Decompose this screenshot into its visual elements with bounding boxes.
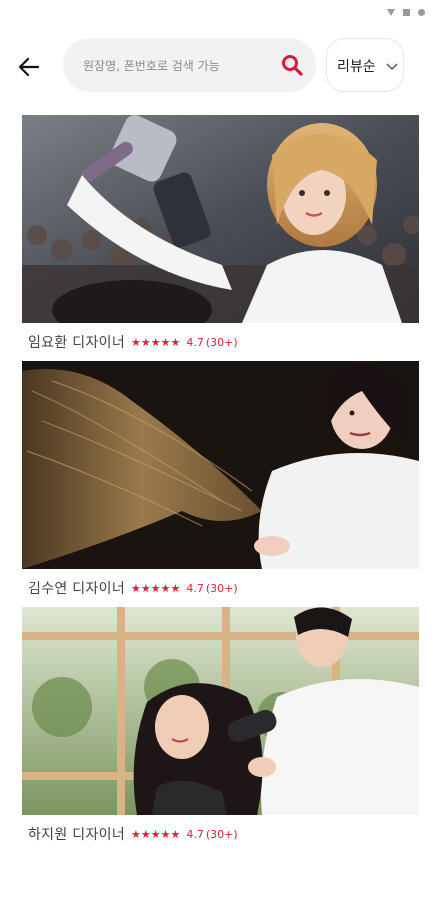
rating-value: 4.7 [186,827,204,841]
sort-label: 리뷰순 [337,59,376,75]
status-bar [0,0,439,30]
designer-name: 임요환 디자이너 [28,335,126,351]
designer-photo [22,607,419,815]
search-icon [282,55,303,76]
rating-stars: ★★★★★ [131,581,181,595]
review-count: (30+) [205,581,238,595]
battery-icon [403,9,410,16]
designer-card[interactable]: 김수연 디자이너 ★★★★★ 4.7 (30+) [22,361,419,604]
rating-stars: ★★★★★ [131,827,181,841]
header: 리뷰순 [0,36,439,96]
review-count: (30+) [205,335,238,349]
designer-card[interactable]: 하지원 디자이너 ★★★★★ 4.7 (30+) [22,607,419,850]
rating-value: 4.7 [186,335,204,349]
signal-icon [387,9,395,16]
search-box [63,38,316,94]
sort-dropdown[interactable]: 리뷰순 [326,38,404,92]
rating-value: 4.7 [186,581,204,595]
status-dot-icon [418,9,425,16]
search-input[interactable] [81,38,275,94]
designer-info: 하지원 디자이너 ★★★★★ 4.7 (30+) [28,819,238,849]
status-icons [387,9,425,16]
designer-info: 임요환 디자이너 ★★★★★ 4.7 (30+) [28,327,238,357]
back-button[interactable] [14,52,44,82]
designer-name: 김수연 디자이너 [28,581,126,597]
designer-photo [22,361,419,569]
designer-name: 하지원 디자이너 [28,827,126,843]
search-button[interactable] [280,53,304,77]
designer-photo [22,115,419,323]
rating-stars: ★★★★★ [131,335,181,349]
review-count: (30+) [205,827,238,841]
back-arrow-icon [18,57,40,77]
designer-info: 김수연 디자이너 ★★★★★ 4.7 (30+) [28,573,238,603]
designer-card[interactable]: 임요환 디자이너 ★★★★★ 4.7 (30+) [22,115,419,358]
chevron-down-icon [386,63,398,71]
